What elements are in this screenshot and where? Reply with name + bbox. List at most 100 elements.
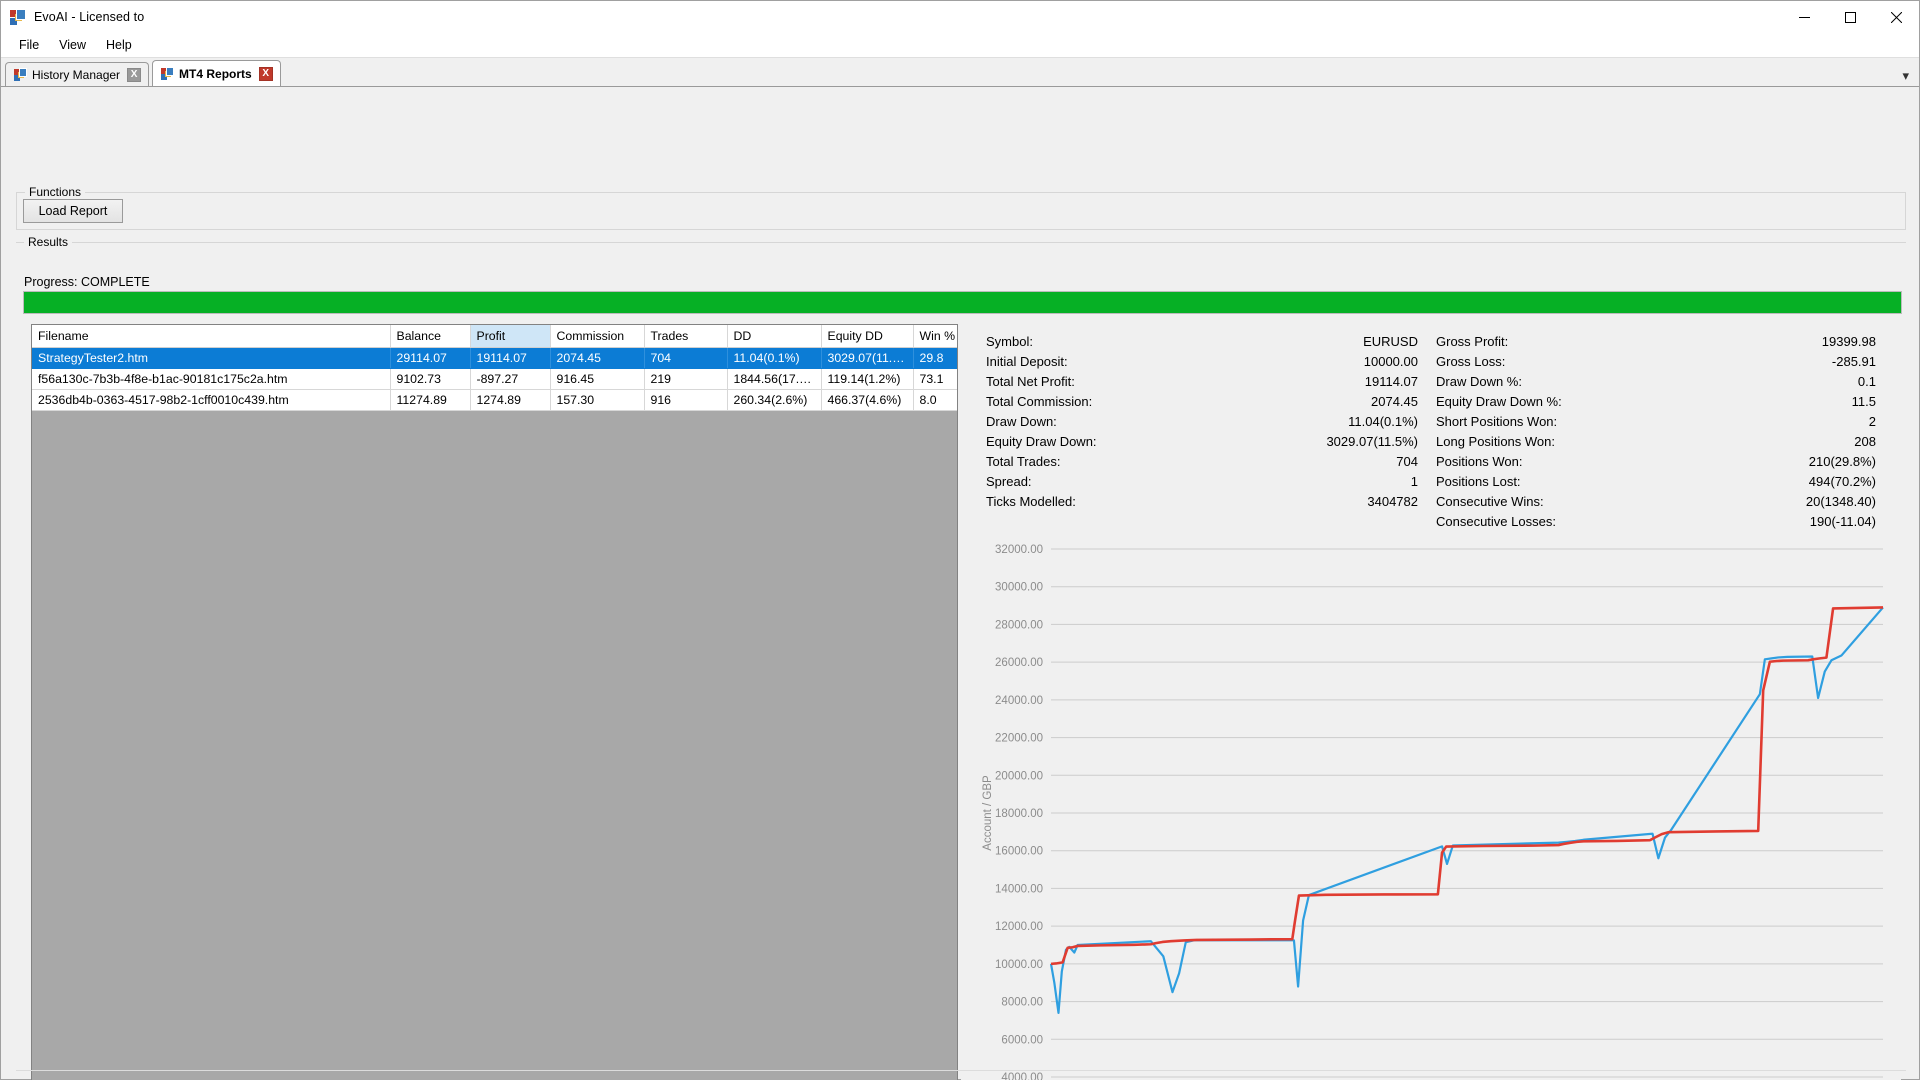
y-axis-tick-label: 30000.00	[995, 582, 1043, 594]
cell-filename: 2536db4b-0363-4517-98b2-1cff0010c439.htm	[32, 389, 391, 411]
stat-value: 210(29.8%)	[1808, 454, 1876, 469]
stat-row: Consecutive Losses: 190(-11.04)	[1436, 512, 1876, 532]
stat-label: Draw Down %:	[1436, 374, 1522, 389]
column-header-dd[interactable]: DD	[727, 325, 822, 348]
cell-balance: 29114.07	[390, 347, 471, 369]
table-header-row: Filename Balance Profit Commission Trade…	[32, 325, 957, 348]
y-axis-tick-label: 6000.00	[1001, 1034, 1043, 1046]
column-header-profit[interactable]: Profit	[470, 325, 551, 348]
tab-label: History Manager	[32, 67, 121, 82]
stat-row: Total Trades: 704	[986, 452, 1418, 472]
column-header-balance[interactable]: Balance	[390, 325, 471, 348]
statistics-column-right: Gross Profit: 19399.98 Gross Loss: -285.91 D…	[1436, 332, 1876, 532]
stat-row: Total Commission: 2074.45	[986, 392, 1418, 412]
cell-equity-dd: 3029.07(11.5...	[821, 347, 914, 369]
cell-profit: 1274.89	[470, 389, 551, 411]
y-axis-tick-label: 10000.00	[995, 959, 1043, 971]
cell-filename: StrategyTester2.htm	[32, 347, 391, 369]
maximize-icon[interactable]	[1827, 1, 1873, 33]
stat-value: 1	[1410, 474, 1418, 489]
y-axis-tick-label: 12000.00	[995, 921, 1043, 933]
stat-value: 11.5	[1851, 394, 1876, 409]
stat-value: 19114.07	[1364, 374, 1418, 389]
functions-group: Functions Load Report	[16, 185, 1906, 230]
chevron-down-icon[interactable]: ▾	[1902, 69, 1909, 82]
document-icon	[14, 68, 27, 81]
stat-label: Ticks Modelled:	[986, 494, 1076, 509]
stat-value: 19399.98	[1821, 334, 1876, 349]
y-axis-tick-label: 24000.00	[995, 695, 1043, 707]
equity-chart[interactable]: 4000.00 6000.00 8000.00 10000.00 12000.00 140…	[961, 535, 1901, 1080]
cell-dd: 11.04(0.1%)	[727, 347, 822, 369]
stat-row: Equity Draw Down: 3029.07(11.5%)	[986, 432, 1418, 452]
menu-bar: File View Help	[1, 33, 1919, 58]
cell-profit: 19114.07	[470, 347, 551, 369]
stat-label: Positions Won:	[1436, 454, 1523, 469]
table-row[interactable]: StrategyTester2.htm 29114.07 19114.07 20…	[32, 347, 957, 369]
reports-table: Filename Balance Profit Commission Trade…	[32, 325, 957, 411]
table-body: StrategyTester2.htm 29114.07 19114.07 20…	[32, 347, 957, 411]
reports-table-container[interactable]: Filename Balance Profit Commission Trade…	[31, 324, 958, 1080]
stat-value: 20(1348.40)	[1805, 494, 1876, 509]
table-row[interactable]: f56a130c-7b3b-4f8e-b1ac-90181c175c2a.htm…	[32, 368, 957, 390]
stat-label: Gross Profit:	[1436, 334, 1509, 349]
stat-value: EURUSD	[1363, 334, 1418, 349]
cell-trades: 704	[644, 347, 728, 369]
column-header-win-pct[interactable]: Win %	[913, 325, 957, 348]
menu-item-help[interactable]: Help	[96, 35, 142, 55]
close-icon[interactable]	[1873, 1, 1919, 33]
column-header-equity-dd[interactable]: Equity DD	[821, 325, 914, 348]
tab-close-icon[interactable]: X	[127, 67, 142, 82]
minimize-icon[interactable]	[1781, 1, 1827, 33]
column-header-filename[interactable]: Filename	[32, 325, 391, 348]
cell-dd: 260.34(2.6%)	[727, 389, 822, 411]
progress-status-label: Progress: COMPLETE	[24, 275, 150, 289]
stat-label: Symbol:	[986, 334, 1033, 349]
load-report-button[interactable]: Load Report	[23, 199, 123, 223]
cell-equity-dd: 119.14(1.2%)	[821, 368, 914, 390]
table-header: Filename Balance Profit Commission Trade…	[32, 325, 957, 348]
stat-row: Positions Lost: 494(70.2%)	[1436, 472, 1876, 492]
y-axis-tick-label: 22000.00	[995, 733, 1043, 745]
y-axis-tick-label: 20000.00	[995, 770, 1043, 782]
stat-row: Ticks Modelled: 3404782	[986, 492, 1418, 512]
column-header-trades[interactable]: Trades	[644, 325, 728, 348]
stat-label: Total Net Profit:	[986, 374, 1075, 389]
stat-row: Gross Profit: 19399.98	[1436, 332, 1876, 352]
equity-chart-svg: 4000.00 6000.00 8000.00 10000.00 12000.00 140…	[982, 544, 1884, 1080]
tab-close-icon[interactable]: X	[258, 66, 273, 81]
column-header-commission[interactable]: Commission	[550, 325, 645, 348]
stat-row: Equity Draw Down %: 11.5	[1436, 392, 1876, 412]
cell-commission: 916.45	[550, 368, 645, 390]
stat-label: Equity Draw Down %:	[1436, 394, 1562, 409]
stat-label: Equity Draw Down:	[986, 434, 1097, 449]
stat-label: Positions Lost:	[1436, 474, 1521, 489]
stat-row: Draw Down %: 0.1	[1436, 372, 1876, 392]
y-axis-tick-label: 32000.00	[995, 544, 1043, 556]
tab-mt4-reports[interactable]: MT4 Reports X	[152, 60, 281, 86]
stat-label: Draw Down:	[986, 414, 1057, 429]
stat-label: Short Positions Won:	[1436, 414, 1558, 429]
stat-label: Total Trades:	[986, 454, 1061, 469]
cell-commission: 157.30	[550, 389, 645, 411]
menu-item-file[interactable]: File	[9, 35, 49, 55]
tab-history-manager[interactable]: History Manager X	[5, 62, 150, 86]
cell-dd: 1844.56(17.8...	[727, 368, 822, 390]
stat-value: 0.1	[1857, 374, 1876, 389]
stat-value: 208	[1854, 434, 1876, 449]
stat-label: Gross Loss:	[1436, 354, 1506, 369]
stat-value: 2074.45	[1371, 394, 1418, 409]
cell-profit: -897.27	[470, 368, 551, 390]
cell-commission: 2074.45	[550, 347, 645, 369]
table-row[interactable]: 2536db4b-0363-4517-98b2-1cff0010c439.htm…	[32, 389, 957, 411]
document-icon	[161, 67, 175, 80]
stat-value: 3029.07(11.5%)	[1326, 434, 1418, 449]
menu-item-view[interactable]: View	[49, 35, 96, 55]
stat-value: 10000.00	[1363, 354, 1418, 369]
cell-win-pct: 8.0	[913, 389, 957, 411]
stat-row: Initial Deposit: 10000.00	[986, 352, 1418, 372]
cell-trades: 916	[644, 389, 728, 411]
y-axis-tick-label: 18000.00	[995, 808, 1043, 820]
stat-row: Positions Won: 210(29.8%)	[1436, 452, 1876, 472]
y-axis-tick-label: 14000.00	[995, 883, 1043, 895]
